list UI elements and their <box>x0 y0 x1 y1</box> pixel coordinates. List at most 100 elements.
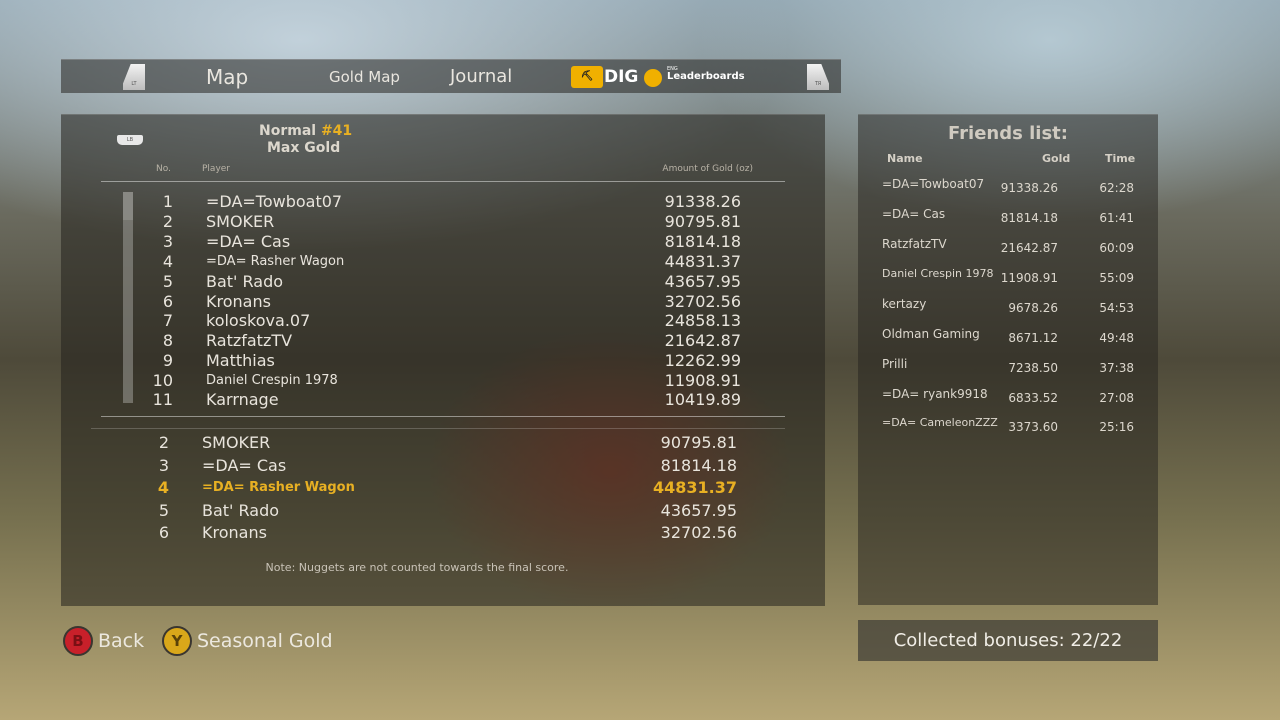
tab-map[interactable]: Map <box>206 60 248 94</box>
table-row[interactable]: 7 koloskova.07 24858.13 <box>61 311 825 331</box>
friend-row[interactable]: =DA= ryank9918 6833.52 27:08 <box>858 387 1158 417</box>
lb-bumper-icon[interactable]: LB <box>117 135 143 145</box>
friend-time: 55:09 <box>1099 271 1134 285</box>
col-header-name: Name <box>887 152 923 165</box>
rank: 9 <box>162 351 173 370</box>
player-name: Kronans <box>206 292 271 311</box>
friend-row[interactable]: Prilli 7238.50 37:38 <box>858 357 1158 387</box>
col-header-no: No. <box>156 164 171 174</box>
friend-row[interactable]: RatzfatzTV 21642.87 60:09 <box>858 237 1158 267</box>
player-name: =DA= Rasher Wagon <box>206 254 345 269</box>
gold-amount: 90795.81 <box>660 433 737 452</box>
seasonal-gold-label: Seasonal Gold <box>197 630 333 652</box>
player-name: Matthias <box>206 351 275 370</box>
rank: 7 <box>162 311 173 330</box>
friend-row[interactable]: =DA=Towboat07 91338.26 62:28 <box>858 177 1158 207</box>
friend-name: =DA= ryank9918 <box>882 387 988 401</box>
top-tab-bar: LT Map Gold Map Journal ⛏ DIG ENG Leader… <box>61 59 841 93</box>
rank: 5 <box>162 272 173 291</box>
list-divider-lower <box>91 428 785 429</box>
friend-name: kertazy <box>882 297 927 311</box>
table-row[interactable]: 5 Bat' Rado 43657.95 <box>61 272 825 292</box>
player-name: Bat' Rado <box>202 501 280 520</box>
table-row[interactable]: 9 Matthias 12262.99 <box>61 351 825 371</box>
gold-amount: 81814.18 <box>664 232 741 251</box>
back-label: Back <box>98 630 145 652</box>
nearby-row[interactable]: 3 =DA= Cas 81814.18 <box>61 455 825 477</box>
rank: 2 <box>162 212 173 231</box>
friend-time: 25:16 <box>1099 420 1134 434</box>
nearby-row[interactable]: 6 Kronans 32702.56 <box>61 522 825 544</box>
nearby-row[interactable]: 5 Bat' Rado 43657.95 <box>61 500 825 522</box>
table-row[interactable]: 11 Karrnage 10419.89 <box>61 390 825 410</box>
friend-name: =DA= Cas <box>882 207 946 221</box>
friend-gold: 6833.52 <box>1008 391 1058 405</box>
rank: 3 <box>162 232 173 251</box>
table-row[interactable]: 1 =DA=Towboat07 91338.26 <box>61 192 825 212</box>
player-name: Daniel Crespin 1978 <box>206 373 338 388</box>
rank: 1 <box>162 192 173 211</box>
tab-leaderboards[interactable]: ⛏ DIG ENG Leaderboards <box>571 66 745 88</box>
player-name: RatzfatzTV <box>206 331 293 350</box>
player-name: =DA= Rasher Wagon <box>202 480 355 495</box>
rt-trigger-icon[interactable]: RT <box>807 64 829 90</box>
col-header-gold: Amount of Gold (oz) <box>662 164 753 174</box>
list-divider <box>101 416 785 417</box>
table-row[interactable]: 10 Daniel Crespin 1978 11908.91 <box>61 371 825 391</box>
b-button-icon: B <box>63 626 93 656</box>
rank: 4 <box>157 478 169 497</box>
friend-gold: 8671.12 <box>1008 331 1058 345</box>
table-row[interactable]: 3 =DA= Cas 81814.18 <box>61 232 825 252</box>
friend-gold: 11908.91 <box>1000 271 1058 285</box>
player-name: =DA=Towboat07 <box>206 192 343 211</box>
friend-gold: 7238.50 <box>1008 361 1058 375</box>
friend-gold: 3373.60 <box>1008 420 1058 434</box>
mode-number: #41 <box>320 123 353 139</box>
player-name: Bat' Rado <box>206 272 284 291</box>
player-name: =DA= Cas <box>206 232 291 251</box>
table-row[interactable]: 6 Kronans 32702.56 <box>61 292 825 312</box>
gold-amount: 44831.37 <box>664 252 741 271</box>
player-name: Karrnage <box>206 390 279 409</box>
nearby-row[interactable]: 2 SMOKER 90795.81 <box>61 432 825 454</box>
friend-row[interactable]: =DA= Cas 81814.18 61:41 <box>858 207 1158 237</box>
friend-time: 61:41 <box>1099 211 1134 225</box>
table-row[interactable]: 8 RatzfatzTV 21642.87 <box>61 331 825 351</box>
table-row[interactable]: 4 =DA= Rasher Wagon 44831.37 <box>61 252 825 272</box>
friend-gold: 21642.87 <box>1000 241 1058 255</box>
rank: 6 <box>162 292 173 311</box>
friend-time: 49:48 <box>1099 331 1134 345</box>
friend-name: Oldman Gaming <box>882 327 980 341</box>
rank: 10 <box>152 371 173 390</box>
leaderboard-panel: LB Normal #41 Max Gold No. Player Amount… <box>61 114 825 606</box>
tab-journal[interactable]: Journal <box>450 60 512 94</box>
rank: 4 <box>162 252 173 271</box>
footnote: Note: Nuggets are not counted towards th… <box>265 561 569 574</box>
friend-row[interactable]: =DA= CameleonZZZ 3373.60 25:16 <box>858 416 1158 446</box>
current-player-row[interactable]: 4 =DA= Rasher Wagon 44831.37 <box>61 477 825 499</box>
rank: 3 <box>158 456 169 475</box>
friend-row[interactable]: Daniel Crespin 1978 11908.91 55:09 <box>858 267 1158 297</box>
rank: 2 <box>158 433 169 452</box>
tab-gold-map[interactable]: Gold Map <box>329 60 400 94</box>
friend-gold: 91338.26 <box>1000 181 1058 195</box>
mode-title: Normal #41 <box>259 123 352 139</box>
gold-amount: 43657.95 <box>660 501 737 520</box>
friend-time: 27:08 <box>1099 391 1134 405</box>
gold-amount: 11908.91 <box>664 371 741 390</box>
gold-amount: 43657.95 <box>664 272 741 291</box>
friend-name: =DA= CameleonZZZ <box>882 416 998 429</box>
col-header-gold: Gold <box>1042 152 1071 165</box>
gold-amount: 90795.81 <box>664 212 741 231</box>
friend-time: 54:53 <box>1099 301 1134 315</box>
friend-row[interactable]: Oldman Gaming 8671.12 49:48 <box>858 327 1158 357</box>
friend-row[interactable]: kertazy 9678.26 54:53 <box>858 297 1158 327</box>
gold-amount: 91338.26 <box>664 192 741 211</box>
player-name: SMOKER <box>202 433 271 452</box>
friends-title: Friends list: <box>948 123 1068 144</box>
table-row[interactable]: 2 SMOKER 90795.81 <box>61 212 825 232</box>
lt-trigger-icon[interactable]: LT <box>123 64 145 90</box>
record-dot-icon <box>644 69 662 87</box>
leaderboard-subtitle: Max Gold <box>267 140 341 156</box>
gold-amount: 44831.37 <box>652 478 737 497</box>
